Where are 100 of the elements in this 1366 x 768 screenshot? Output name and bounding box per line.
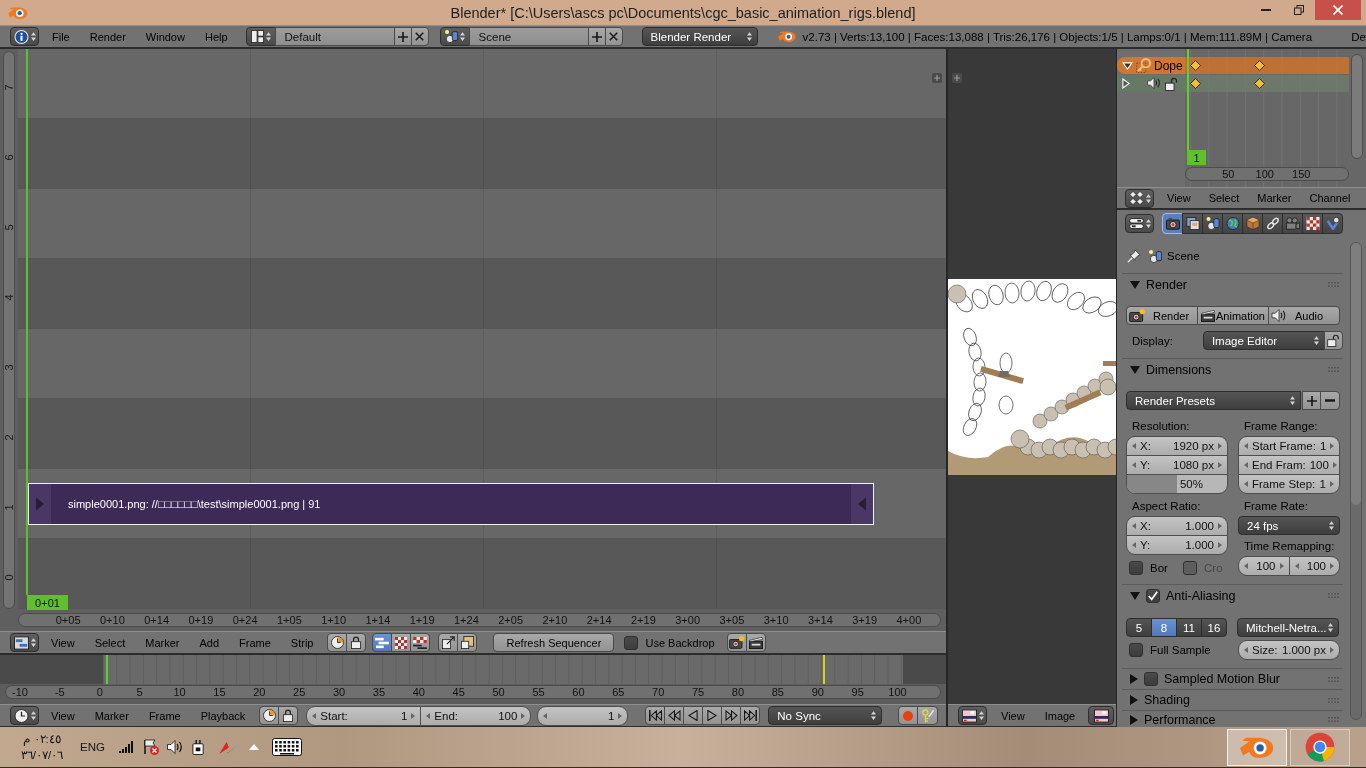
frame-range-field[interactable]: End Fram: 100 (1238, 455, 1340, 475)
panel-title[interactable]: Render (1146, 277, 1187, 292)
frame-ruler[interactable]: -10 -5 0 5 10 15 20 25 30 35 40 45 50 55 60 65 70 75 80 85 90 95 100 (5, 685, 941, 699)
menu-item[interactable]: Help (194, 27, 238, 46)
panel-title[interactable]: Dimensions (1146, 362, 1212, 377)
percentage-slider[interactable]: 50% (1126, 474, 1228, 494)
resolution-field[interactable]: Y: 1080 px (1126, 455, 1228, 475)
menu-item[interactable]: Marker (1248, 188, 1301, 208)
channel-label[interactable]: Dope (1154, 58, 1183, 73)
panel-title[interactable]: Sampled Motion Blur (1164, 672, 1281, 686)
render-presets-dropdown[interactable]: Render Presets (1126, 391, 1301, 410)
panel-header[interactable]: Anti-Aliasing (1126, 585, 1341, 606)
render-button[interactable]: Audio (1268, 306, 1340, 325)
editor-type-button[interactable] (10, 706, 39, 725)
screen-layout-field[interactable]: Default (274, 27, 395, 46)
menu-item[interactable]: Frame (229, 633, 281, 652)
panel-title[interactable]: Anti-Aliasing (1166, 588, 1236, 603)
panel-header[interactable]: Render (1126, 274, 1341, 295)
resolution-field[interactable]: X: 1920 px (1126, 436, 1228, 456)
play-reverse-button[interactable] (683, 706, 704, 725)
strip-handle[interactable] (851, 483, 873, 524)
view-mode-button[interactable] (372, 633, 393, 652)
editor-type-button[interactable] (1125, 188, 1154, 208)
refresh-sequencer-button[interactable]: Refresh Sequencer (493, 633, 615, 652)
menu-item[interactable]: Strip (280, 633, 324, 652)
channel-row[interactable]: Dope (1117, 57, 1185, 74)
jump-start-button[interactable] (645, 706, 666, 725)
sample-count-button[interactable]: 5 (1126, 618, 1152, 637)
sync-button[interactable] (327, 633, 348, 652)
browse-image-button[interactable] (1088, 706, 1115, 725)
previous-keyframe-button[interactable] (664, 706, 685, 725)
properties-tab[interactable] (1302, 213, 1323, 234)
render-button[interactable]: Animation (1197, 306, 1269, 325)
scene-field[interactable]: Scene (468, 27, 589, 46)
frame-range-field[interactable]: Frame Step: 1 (1238, 474, 1340, 494)
view-mode-button[interactable] (391, 633, 412, 652)
menu-item[interactable]: Marker (135, 633, 190, 652)
menu-item[interactable]: Image (1034, 706, 1086, 725)
menu-item[interactable]: Playback (190, 706, 256, 725)
checkbox-label[interactable]: Bor (1150, 561, 1168, 574)
frame-rate-dropdown[interactable]: 24 fps (1238, 516, 1340, 535)
copy-button[interactable] (438, 633, 459, 652)
marker-line[interactable] (823, 655, 825, 684)
menu-item[interactable]: Window (135, 27, 195, 46)
clock-date[interactable]: ٣٦/٠٧/٠٦ (20, 747, 64, 763)
properties-tab[interactable] (1322, 213, 1343, 234)
paste-button[interactable] (457, 633, 478, 652)
checkbox[interactable] (1129, 560, 1143, 575)
browse-button[interactable] (245, 27, 276, 46)
start-frame-field[interactable]: Start: 1 (306, 705, 422, 726)
properties-tab[interactable] (1262, 213, 1283, 234)
checkbox-label[interactable]: Full Sample (1150, 644, 1211, 656)
language-indicator[interactable]: ENG (80, 741, 105, 753)
render-still-button[interactable] (726, 633, 747, 652)
scrollbar-track[interactable] (1350, 242, 1362, 720)
display-dropdown[interactable]: Image Editor (1202, 331, 1325, 350)
editor-type-button[interactable] (10, 633, 39, 652)
menu-item[interactable]: View (1158, 188, 1200, 208)
plus-icon-tile[interactable] (932, 73, 942, 83)
panel-header[interactable]: Sampled Motion Blur (1126, 669, 1341, 689)
frame-ruler[interactable]: 50 100 150 (1185, 167, 1349, 181)
panel-title[interactable]: Shading (1144, 693, 1190, 707)
filter-dropdown[interactable]: Mitchell-Netra... (1237, 618, 1339, 637)
sync-mode-dropdown[interactable]: No Sync (768, 706, 883, 725)
jump-end-button[interactable] (740, 706, 761, 725)
checkbox-label[interactable]: Use Backdrop (645, 636, 715, 649)
scrollbar[interactable] (1351, 54, 1363, 159)
menu-item[interactable]: Frame (138, 706, 191, 725)
menu-item[interactable]: Render (79, 27, 136, 46)
view-mode-button[interactable] (410, 633, 431, 652)
time-remap-field[interactable]: 100 (1288, 556, 1340, 576)
lock-button[interactable] (278, 706, 299, 725)
properties-tab[interactable] (1182, 213, 1203, 234)
panel-title[interactable]: Performance (1144, 712, 1216, 727)
frame-range-field[interactable]: Start Frame: 1 (1238, 436, 1340, 456)
menu-item[interactable]: Marker (84, 706, 139, 725)
render-engine-dropdown[interactable]: Blender Render (641, 27, 758, 46)
panel-header[interactable]: Shading (1126, 690, 1341, 710)
properties-tab[interactable] (1202, 213, 1223, 234)
scrollbar-thumb[interactable] (1351, 243, 1361, 505)
properties-tab[interactable] (1222, 213, 1243, 234)
aspect-ratio-field[interactable]: X: 1.000 (1126, 516, 1228, 536)
end-frame-field[interactable]: End: 100 (420, 705, 532, 726)
panel-header[interactable]: Performance (1126, 711, 1341, 727)
strip-handle[interactable] (29, 483, 51, 524)
sample-count-button[interactable]: 11 (1176, 618, 1202, 637)
menu-item[interactable]: Add (189, 633, 230, 652)
aspect-ratio-field[interactable]: Y: 1.000 (1126, 535, 1228, 555)
properties-tab[interactable] (1242, 213, 1263, 234)
frame-ruler[interactable]: 0+05 0+10 0+14 0+19 0+24 1+05 1+10 1+14 1+19 1+24 2+05 2+10 2+14 2+19 3+00 3+05 3+10 3+14 3+19 4+00 (18, 613, 941, 627)
browse-button[interactable] (439, 27, 470, 46)
menu-item[interactable]: File (42, 27, 80, 46)
menu-item[interactable]: Select (1199, 188, 1249, 208)
editor-type-button[interactable] (10, 27, 39, 46)
sample-count-button[interactable]: 8 (1151, 618, 1177, 637)
taskbar-app-button[interactable] (1290, 728, 1350, 766)
current-frame-field[interactable]: 1 (537, 705, 629, 726)
sync-button[interactable] (259, 706, 280, 725)
editor-type-button[interactable] (958, 706, 987, 725)
next-keyframe-button[interactable] (721, 706, 742, 725)
